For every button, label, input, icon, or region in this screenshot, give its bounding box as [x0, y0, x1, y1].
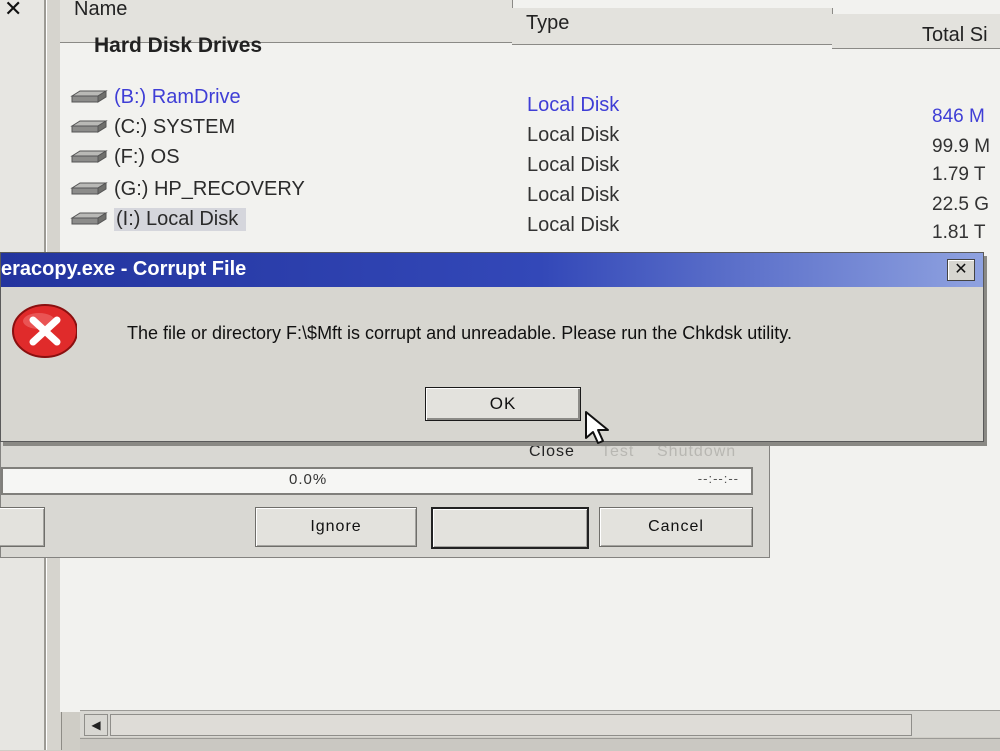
- drive-icon: [70, 212, 108, 225]
- drive-icon: [70, 150, 108, 163]
- drive-type: Local Disk: [527, 94, 620, 116]
- group-title: Hard Disk Drives: [94, 34, 263, 57]
- column-header-label: Total Si: [922, 24, 988, 46]
- mouse-cursor-icon: [585, 411, 609, 444]
- time-remaining: --:--:--: [697, 471, 739, 486]
- close-icon[interactable]: ✕: [947, 259, 975, 281]
- error-icon: [12, 304, 77, 358]
- cancel-button[interactable]: Cancel: [599, 507, 753, 547]
- drive-size: 22.5 G: [932, 194, 990, 215]
- dialog-title: eracopy.exe - Corrupt File: [1, 258, 247, 280]
- ok-button[interactable]: OK: [425, 387, 581, 421]
- drive-type: Local Disk: [527, 124, 620, 146]
- scrollbar-thumb[interactable]: [110, 714, 912, 736]
- column-header-label: Name: [74, 0, 128, 20]
- corrupt-file-dialog: eracopy.exe - Corrupt File ✕ The file or…: [0, 252, 984, 442]
- close-icon[interactable]: ✕: [4, 0, 22, 22]
- copy-progress-bar: 0.0% --:--:--: [1, 467, 753, 495]
- dialog-titlebar[interactable]: eracopy.exe - Corrupt File ✕: [1, 253, 983, 287]
- drive-type: Local Disk: [527, 214, 620, 236]
- drive-name: (C:) SYSTEM: [114, 116, 236, 138]
- drive-size: 1.81 T: [932, 222, 986, 243]
- status-bar: [80, 738, 1000, 751]
- scroll-left-arrow[interactable]: ◀: [84, 714, 108, 736]
- progress-percent: 0.0%: [289, 471, 328, 488]
- drive-name: (G:) HP_RECOVERY: [114, 178, 305, 200]
- drive-size: 1.79 T: [932, 164, 986, 185]
- drive-size: 99.9 M: [932, 136, 991, 157]
- option-shutdown[interactable]: Shutdown: [657, 443, 736, 461]
- drive-name: (I:) Local Disk: [114, 208, 247, 231]
- drive-icon: [70, 182, 108, 195]
- drive-type: Local Disk: [527, 184, 620, 206]
- drive-name: (B:) RamDrive: [114, 86, 241, 108]
- drive-icon: [70, 120, 108, 133]
- horizontal-scrollbar[interactable]: ◀: [80, 710, 1000, 737]
- column-header-total-size[interactable]: Total Si: [832, 14, 1000, 49]
- dialog-message: The file or directory F:\$Mft is corrupt…: [127, 323, 792, 343]
- default-button[interactable]: [431, 507, 589, 549]
- option-close[interactable]: Close: [529, 443, 575, 461]
- ignore-button[interactable]: Ignore: [255, 507, 417, 547]
- partial-button[interactable]: [0, 507, 45, 547]
- column-header-type[interactable]: Type: [512, 8, 833, 45]
- column-header-label: Type: [526, 12, 570, 34]
- teracopy-window: Close Test Shutdown 0.0% --:--:-- Ignore…: [0, 432, 770, 558]
- drive-name: (F:) OS: [114, 146, 180, 168]
- drive-size: 846 M: [932, 106, 985, 127]
- drive-icon: [70, 90, 108, 103]
- drive-type: Local Disk: [527, 154, 620, 176]
